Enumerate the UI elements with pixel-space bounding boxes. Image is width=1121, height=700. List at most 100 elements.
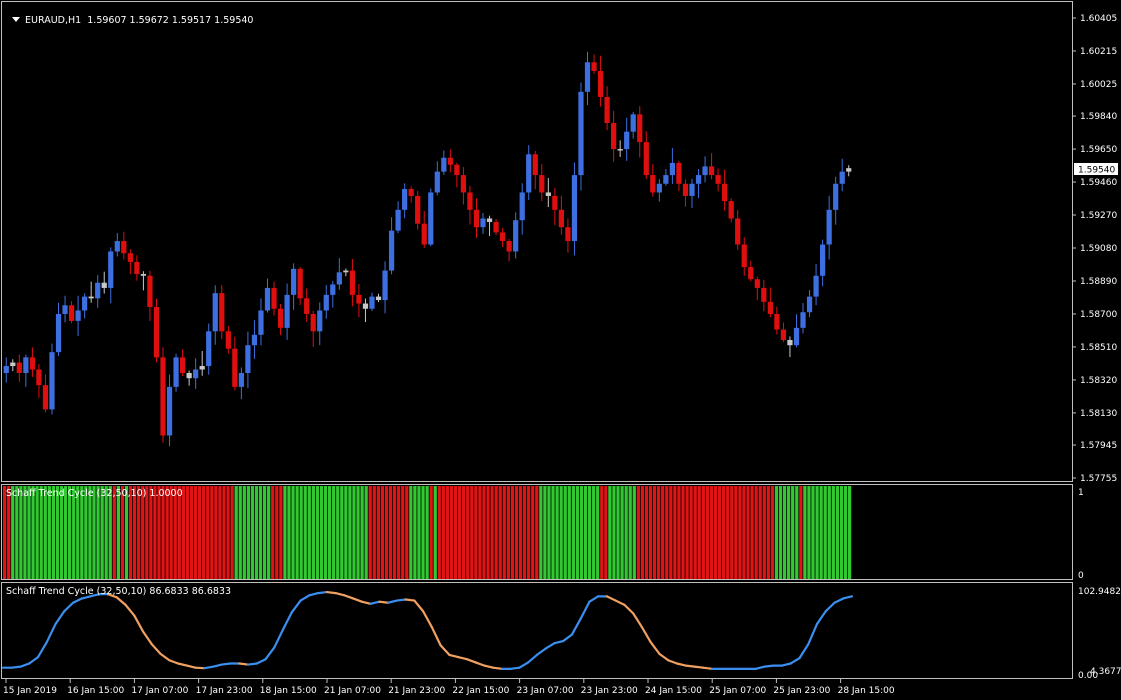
histogram-bar (413, 486, 417, 579)
histogram-bar (612, 486, 616, 579)
stc-line-segment (422, 610, 433, 629)
histogram-bar (726, 486, 730, 579)
stc-line-segment (623, 603, 635, 615)
candle-body (10, 362, 16, 367)
histogram-bar (356, 486, 360, 579)
time-tick-label: 17 Jan 07:00 (131, 686, 188, 696)
candle-body (186, 372, 192, 379)
candle-body (36, 369, 42, 386)
histogram-bar (92, 486, 96, 579)
candle-body (356, 294, 362, 304)
histogram-bar (482, 486, 486, 579)
candle-body (297, 268, 303, 299)
stc-line-segment (185, 664, 197, 669)
histogram-bar (730, 486, 734, 579)
histogram-bar (713, 486, 718, 579)
stc-line-segment (45, 622, 57, 644)
histogram-bar (299, 486, 303, 579)
histogram-bar (3, 486, 7, 579)
histogram-bar (7, 486, 11, 579)
histogram-bar (843, 486, 848, 579)
histogram-bar (648, 486, 653, 579)
dropdown-triangle-icon[interactable] (12, 17, 21, 22)
price-tick-label: 1.60025 (1080, 80, 1117, 90)
histogram-bar (323, 486, 328, 579)
histogram-bar (234, 486, 238, 579)
stc-line-segment (553, 639, 565, 645)
stc-histogram-group (3, 486, 852, 579)
symbol-header[interactable]: EURAUD,H1 1.59607 1.59672 1.59517 1.5954… (6, 4, 253, 26)
histogram-bar (494, 486, 498, 579)
histogram-bar (791, 486, 795, 579)
candle-body (793, 327, 800, 346)
histogram-bar (685, 486, 689, 579)
candle-body (846, 168, 852, 172)
histogram-bar (76, 486, 80, 579)
histogram-bar (336, 486, 340, 579)
stc-line-segment (579, 600, 591, 620)
candle-body (49, 352, 55, 410)
histogram-bar (226, 486, 230, 579)
stc-line-segment (19, 662, 31, 668)
candle-body (251, 334, 258, 346)
histogram-bar (746, 486, 750, 579)
candle-body (833, 183, 839, 210)
candle-body (330, 284, 336, 295)
histogram-bar (165, 486, 169, 579)
candle-body (447, 157, 453, 165)
candle-body (499, 232, 506, 242)
stc-line-segment (290, 599, 302, 614)
stc-line-segment (570, 617, 582, 636)
histogram-bar (835, 486, 840, 579)
histogram-bar (51, 486, 56, 579)
candle-body (23, 357, 29, 373)
histogram-bar (628, 486, 632, 579)
histogram-bar (246, 486, 250, 579)
histogram-bar (169, 486, 173, 579)
histogram-bar (214, 486, 218, 579)
stc-line-segment (518, 661, 530, 669)
candle-body (140, 274, 147, 276)
price-tick-label: 1.58320 (1080, 376, 1117, 386)
histogram-bar (222, 486, 226, 579)
candle-body (486, 218, 493, 222)
histogram-bar (327, 486, 332, 579)
candle-body (29, 357, 36, 370)
candle-body (682, 183, 689, 196)
stc-line-label: Schaff Trend Cycle (32,50,10) 86.6833 86… (6, 586, 231, 597)
histogram-bar (531, 486, 535, 579)
candle-body (199, 366, 205, 370)
histogram-bar (669, 486, 673, 579)
histogram-bar (63, 486, 68, 579)
histogram-bar (59, 486, 64, 579)
histogram-bar (425, 486, 429, 579)
candle-body (467, 192, 473, 210)
candle-body (212, 293, 218, 332)
histogram-bar (502, 486, 506, 579)
price-axis: 1.60405 1.60215 1.60025 1.59840 1.59650 1.594… (1072, 14, 1117, 484)
candle-body (245, 345, 251, 373)
histogram-bar (734, 486, 738, 579)
candle-body (121, 241, 127, 254)
candle-body (114, 241, 120, 252)
price-tick-label: 1.58510 (1080, 343, 1117, 353)
histogram-bar (774, 486, 779, 579)
stc-line-segment (369, 600, 381, 605)
stc-line-segment (387, 599, 398, 604)
candle-body (454, 164, 460, 176)
time-tick-label: 18 Jan 15:00 (260, 686, 317, 696)
candle-body (277, 308, 284, 328)
histogram-bar (705, 486, 710, 579)
histogram-bar (283, 486, 287, 579)
time-tick-label: 17 Jan 23:00 (196, 686, 253, 696)
histogram-bar (567, 486, 571, 579)
histogram-bar (145, 486, 149, 579)
stc-line-segment (115, 596, 127, 606)
stc-line-segment (658, 652, 670, 662)
histogram-bar (271, 486, 275, 579)
histogram-bar (587, 486, 592, 579)
candle-body (460, 175, 467, 193)
price-tick-label: 1.57945 (1080, 441, 1117, 451)
histogram-bar (72, 486, 76, 579)
histogram-bar (197, 486, 202, 579)
